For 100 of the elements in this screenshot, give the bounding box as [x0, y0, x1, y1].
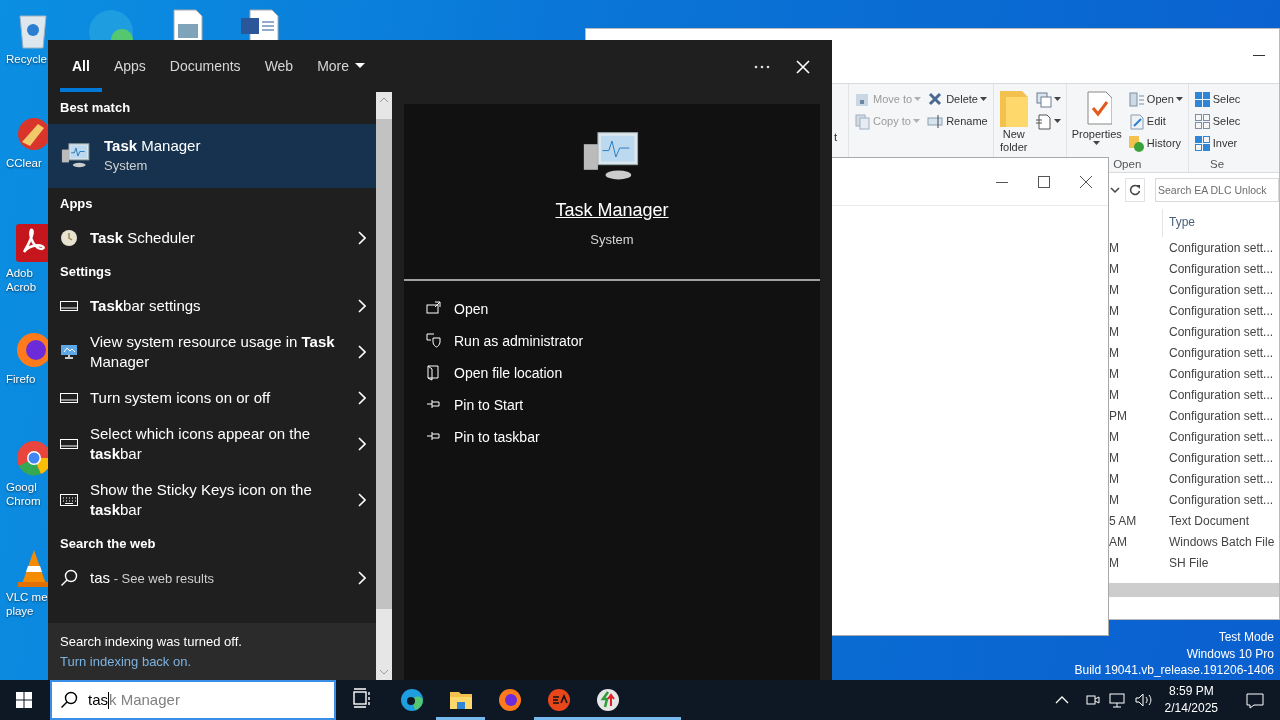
table-cell: M [1109, 366, 1119, 381]
action-item[interactable]: Pin to Start [404, 389, 530, 421]
chevron-right-icon [358, 437, 366, 451]
table-cell: Configuration sett... [1169, 492, 1274, 507]
table-cell: Configuration sett... [1169, 450, 1274, 465]
clock-icon [60, 229, 78, 247]
app-title-link[interactable]: Task Manager [555, 197, 669, 224]
select-all-icon [1193, 90, 1211, 108]
keyboard-icon [60, 494, 78, 506]
search-result[interactable]: Taskbar settings [48, 288, 376, 324]
ribbon-button[interactable]: New folder [997, 90, 1030, 154]
action-item[interactable]: Open [404, 293, 495, 325]
ribbon-icon-button[interactable] [1033, 112, 1062, 130]
caret-icon [355, 63, 366, 69]
table-cell: Configuration sett... [1169, 324, 1274, 339]
meeting-icon [1084, 692, 1101, 708]
desktop-icon-label[interactable]: VLC me playe [0, 590, 48, 618]
scroll-up-icon [379, 97, 389, 103]
taskbar-icon [60, 300, 78, 312]
chevron-right-icon [358, 571, 366, 585]
search-result[interactable]: Turn system icons on or off [48, 380, 376, 416]
shield-icon [426, 333, 442, 349]
search-result[interactable]: Task Scheduler [48, 220, 376, 256]
ribbon-button[interactable]: Edit [1126, 112, 1184, 130]
chevron-up-icon [1054, 696, 1069, 704]
action-item[interactable]: Pin to taskbar [404, 421, 546, 453]
refresh-button[interactable] [1125, 178, 1145, 202]
table-cell: M [1109, 471, 1119, 486]
desktop-icon-label[interactable]: CClear [0, 156, 42, 170]
invert-selection-icon [1193, 134, 1211, 152]
browser-icon [497, 688, 522, 712]
ribbon-button[interactable]: Rename [926, 112, 989, 130]
ribbon-button[interactable]: Inver [1192, 134, 1242, 152]
desktop-icon-label[interactable]: Adob Acrob [0, 266, 37, 294]
ribbon-button[interactable]: Delete [926, 90, 989, 108]
action-item[interactable]: Run as administrator [404, 325, 590, 357]
table-cell: Configuration sett... [1169, 408, 1274, 423]
search-field[interactable]: task Manager [50, 680, 336, 720]
table-cell: 5 AM [1109, 513, 1137, 528]
filter-tab[interactable]: Documents [157, 40, 253, 92]
clock[interactable]: 8:59 PM 2/14/2025 [1160, 683, 1222, 717]
open-icon [1127, 90, 1145, 108]
desktop-icon-label[interactable]: Googl Chrom [0, 480, 41, 508]
table-cell: Configuration sett... [1169, 345, 1274, 360]
search-result[interactable]: Show the Sticky Keys icon on the taskbar [48, 472, 376, 528]
chevron-right-icon [358, 231, 366, 245]
notification-icon [1246, 692, 1264, 709]
search-field[interactable]: Search EA DLC Unlock [1155, 178, 1279, 202]
table-cell: Windows Batch File [1169, 534, 1275, 549]
ribbon-button[interactable]: Open [1126, 90, 1184, 108]
scrollbar[interactable] [1109, 583, 1279, 597]
search-result[interactable]: Select which icons appear on the taskbar [48, 416, 376, 472]
browser-icon [399, 688, 424, 712]
table-cell: M [1109, 261, 1119, 276]
table-cell: Text Document [1169, 513, 1250, 528]
desktop-icon-label[interactable]: Firefo [0, 372, 36, 386]
action-item[interactable]: Open file location [404, 357, 569, 389]
ribbon-button[interactable]: Selec [1192, 90, 1242, 108]
table-cell: SH File [1169, 555, 1209, 570]
table-cell: Configuration sett... [1169, 261, 1274, 276]
ribbon-button[interactable]: Properties [1070, 90, 1123, 146]
ribbon-button[interactable]: Selec [1192, 112, 1242, 130]
scroll-down-icon [379, 669, 389, 675]
close-icon [796, 59, 810, 74]
filter-tab[interactable]: Apps [101, 40, 158, 92]
app-type: System [590, 231, 634, 249]
search-result[interactable]: tas - See web results [48, 560, 376, 596]
edit-icon [1127, 112, 1145, 130]
desktop-icon-label[interactable]: Recycle [0, 52, 47, 66]
desktop-info-text: Build 19041.vb_release.191206-1406 [1074, 662, 1274, 679]
filter-tab[interactable]: All [60, 40, 102, 92]
maximize-icon [1038, 176, 1050, 189]
table-cell: M [1109, 492, 1119, 507]
refresh-icon [1129, 184, 1141, 196]
ribbon-label: t [834, 130, 839, 146]
table-cell: Configuration sett... [1169, 240, 1274, 255]
table-cell: M [1109, 345, 1119, 360]
chevron-right-icon [358, 391, 366, 405]
ribbon-icon-button[interactable] [1033, 90, 1062, 108]
scrollbar[interactable] [376, 92, 392, 680]
column-header[interactable]: Type [1162, 209, 1201, 237]
table-cell: M [1109, 324, 1119, 339]
section-heading: Search the web [60, 535, 156, 554]
filter-tab[interactable]: Web [252, 40, 306, 92]
table-cell: Configuration sett... [1169, 282, 1274, 297]
table-cell: M [1109, 240, 1119, 255]
section-heading: Settings [60, 263, 112, 282]
link[interactable]: Turn indexing back on. [60, 654, 192, 669]
filter-tab[interactable]: More [305, 40, 378, 92]
game-launcher-icon [546, 687, 571, 712]
new-item-icon [1034, 90, 1052, 108]
chevron-right-icon [358, 493, 366, 507]
table-cell: Configuration sett... [1169, 471, 1274, 486]
search-result[interactable]: View system resource usage in Task Manager [48, 324, 376, 380]
network-icon [1108, 692, 1127, 708]
chevron-right-icon [358, 299, 366, 313]
search-result[interactable]: Task Manager System [48, 124, 376, 188]
ribbon-group-label: Open [1113, 158, 1142, 170]
ribbon-button[interactable]: History [1126, 134, 1184, 152]
table-cell: M [1109, 555, 1119, 570]
